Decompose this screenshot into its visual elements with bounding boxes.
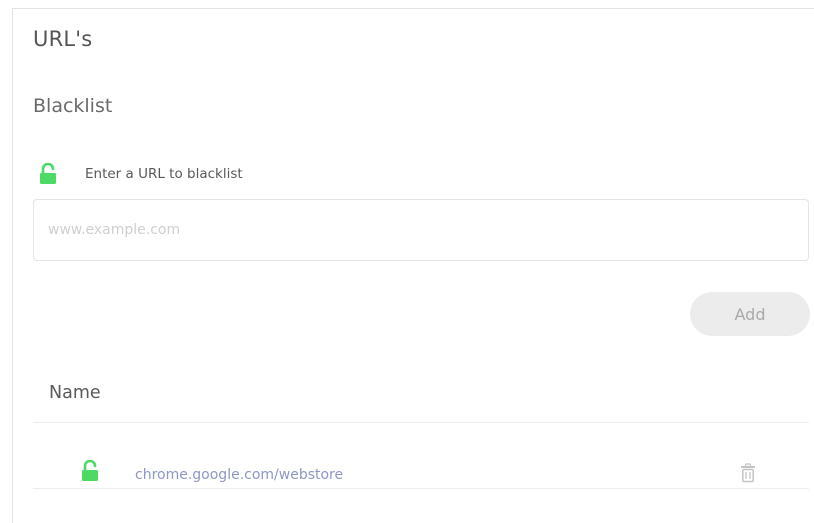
urls-panel: URL's Blacklist Enter a URL to blacklist… <box>12 8 814 523</box>
table-row: chrome.google.com/webstore <box>33 424 809 489</box>
page-title: URL's <box>33 27 93 51</box>
url-input[interactable] <box>33 199 809 261</box>
delete-url-button[interactable] <box>736 460 760 486</box>
unlocked-padlock-icon <box>81 459 99 482</box>
column-header-name: Name <box>49 383 101 403</box>
unlocked-padlock-icon <box>39 162 57 185</box>
table-header: Name <box>33 369 809 423</box>
blacklisted-url: chrome.google.com/webstore <box>135 467 344 483</box>
section-title: Blacklist <box>33 95 113 117</box>
blacklist-input-label-row: Enter a URL to blacklist <box>39 162 243 185</box>
trash-icon <box>741 463 755 483</box>
add-button[interactable]: Add <box>690 292 810 336</box>
blacklist-input-label: Enter a URL to blacklist <box>85 166 243 182</box>
